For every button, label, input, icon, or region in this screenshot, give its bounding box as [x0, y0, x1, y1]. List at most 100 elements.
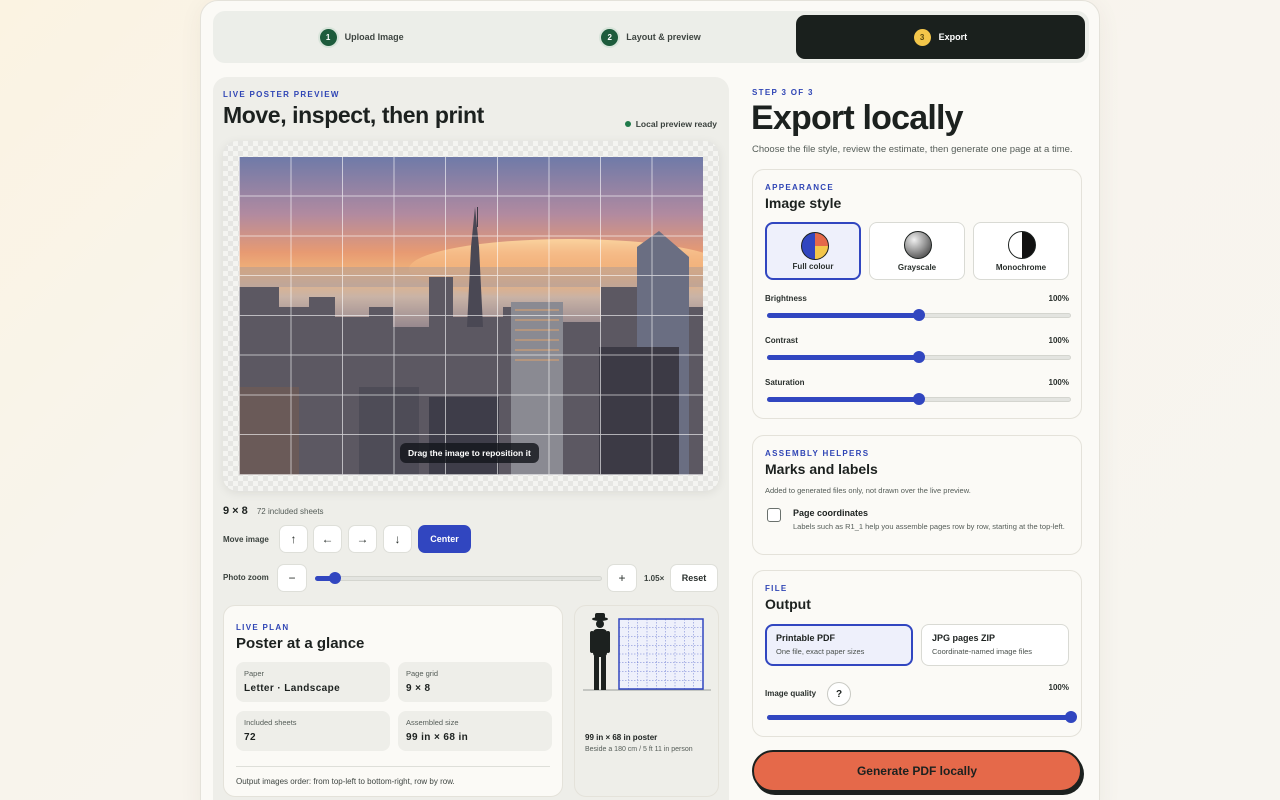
style-option-label: Grayscale: [897, 263, 937, 272]
move-right-button[interactable]: →: [348, 525, 377, 553]
stat-page-grid: Page grid 9 × 8: [398, 662, 552, 702]
output-option-title: Printable PDF: [776, 633, 836, 643]
appearance-title: Image style: [765, 195, 842, 211]
move-image-label: Move image: [223, 535, 269, 544]
plan-title: Poster at a glance: [236, 635, 365, 652]
slider-fill: [767, 397, 919, 402]
full-colour-icon: [801, 232, 829, 260]
poster-plan-card: LIVE PLAN Poster at a glance Paper Lette…: [223, 605, 563, 797]
output-jpg-zip-option[interactable]: JPG pages ZIP Coordinate-named image fil…: [921, 624, 1069, 666]
contrast-slider[interactable]: [767, 349, 1071, 365]
step-label: Layout & preview: [626, 32, 701, 42]
contrast-label: Contrast: [765, 336, 798, 345]
slider-fill: [767, 715, 1071, 720]
export-title: Export locally: [751, 99, 964, 137]
slider-handle[interactable]: [1065, 711, 1077, 723]
page-coordinates-description: Labels such as R1_1 help you assemble pa…: [793, 522, 1065, 531]
saturation-value: 100%: [1048, 378, 1069, 387]
photo-zoom-label: Photo zoom: [223, 573, 269, 582]
poster-grid-icon: [618, 618, 704, 690]
poster-canvas: Drag the image to reposition it: [223, 141, 719, 491]
helpers-title: Marks and labels: [765, 461, 878, 477]
move-down-button[interactable]: ↓: [383, 525, 412, 553]
appearance-card: APPEARANCE Image style Full colour Grays…: [752, 169, 1082, 419]
preview-title: Move, inspect, then print: [223, 102, 484, 128]
scale-comparison-card: 99 in × 68 in poster Beside a 180 cm / 5…: [574, 605, 719, 797]
scale-illustration: [583, 613, 711, 691]
brightness-slider[interactable]: [767, 307, 1071, 323]
export-eyebrow: STEP 3 OF 3: [752, 88, 814, 97]
plan-eyebrow: LIVE PLAN: [236, 623, 290, 632]
saturation-label: Saturation: [765, 378, 805, 387]
assembly-helpers-card: ASSEMBLY HELPERS Marks and labels Added …: [752, 435, 1082, 555]
grid-size: 9 × 8 72 included sheets: [223, 505, 324, 517]
stat-value: 99 in × 68 in: [406, 732, 469, 743]
file-output-card: FILE Output Printable PDF One file, exac…: [752, 570, 1082, 737]
step-layout-preview[interactable]: 2 Layout & preview: [506, 15, 795, 59]
page-coordinates-checkbox[interactable]: [767, 508, 781, 522]
output-option-desc: Coordinate-named image files: [932, 647, 1033, 656]
grid-size-value: 9 × 8: [223, 505, 248, 517]
move-up-button[interactable]: ↑: [279, 525, 308, 553]
style-option-label: Monochrome: [995, 263, 1047, 272]
reset-button[interactable]: Reset: [670, 564, 718, 592]
style-monochrome-option[interactable]: Monochrome: [973, 222, 1069, 280]
image-quality-label: Image quality: [765, 689, 817, 698]
slider-handle[interactable]: [329, 572, 341, 584]
saturation-slider[interactable]: [767, 391, 1071, 407]
slider-handle[interactable]: [913, 351, 925, 363]
file-eyebrow: FILE: [765, 584, 788, 593]
style-grayscale-option[interactable]: Grayscale: [869, 222, 965, 280]
image-quality-help-button[interactable]: ?: [827, 682, 851, 706]
stat-key: Included sheets: [244, 718, 297, 727]
center-button[interactable]: Center: [418, 525, 471, 553]
output-option-title: JPG pages ZIP: [932, 633, 996, 643]
stepper: 1 Upload Image 2 Layout & preview 3 Expo…: [213, 11, 1089, 63]
step-upload-image[interactable]: 1 Upload Image: [217, 15, 506, 59]
monochrome-icon: [1008, 231, 1036, 259]
file-title: Output: [765, 596, 811, 612]
style-full-colour-option[interactable]: Full colour: [765, 222, 861, 280]
app-window: 1 Upload Image 2 Layout & preview 3 Expo…: [200, 0, 1100, 800]
helpers-eyebrow: ASSEMBLY HELPERS: [765, 449, 870, 458]
stat-paper: Paper Letter · Landscape: [236, 662, 390, 702]
page-coordinates-title: Page coordinates: [793, 508, 869, 518]
appearance-eyebrow: APPEARANCE: [765, 183, 835, 192]
step-number: 1: [319, 28, 337, 46]
preview-status-text: Local preview ready: [635, 119, 717, 129]
step-number: 2: [601, 28, 619, 46]
move-left-button[interactable]: ←: [313, 525, 342, 553]
slider-track: [315, 576, 602, 581]
slider-fill: [767, 355, 919, 360]
drag-hint-tooltip: Drag the image to reposition it: [400, 443, 539, 463]
step-number: 3: [913, 28, 931, 46]
zoom-in-button[interactable]: +: [607, 564, 637, 592]
scale-subcaption: Beside a 180 cm / 5 ft 11 in person: [585, 746, 693, 753]
zoom-slider[interactable]: [315, 570, 602, 586]
poster-image[interactable]: Drag the image to reposition it: [239, 157, 703, 475]
step-label: Export: [938, 32, 968, 42]
step-export[interactable]: 3 Export: [795, 15, 1085, 59]
generate-pdf-button[interactable]: Generate PDF locally: [752, 750, 1082, 792]
person-silhouette-icon: [590, 613, 610, 690]
brightness-value: 100%: [1048, 294, 1069, 303]
stat-key: Page grid: [406, 669, 439, 678]
brightness-label: Brightness: [765, 294, 807, 303]
zoom-out-button[interactable]: −: [277, 564, 307, 592]
preview-status: Local preview ready: [624, 119, 717, 129]
image-quality-slider[interactable]: [767, 709, 1077, 725]
preview-panel: LIVE POSTER PREVIEW Move, inspect, then …: [213, 77, 729, 800]
stat-key: Assembled size: [406, 718, 459, 727]
stat-value: 9 × 8: [406, 683, 431, 694]
helpers-description: Added to generated files only, not drawn…: [765, 486, 971, 495]
stat-key: Paper: [244, 669, 265, 678]
output-order-note: Output images order: from top-left to bo…: [236, 766, 550, 786]
zoom-value: 1.05×: [644, 574, 665, 583]
status-dot-icon: [624, 121, 631, 127]
sheets-count: 72 included sheets: [256, 507, 324, 516]
stat-value: 72: [244, 732, 256, 743]
slider-handle[interactable]: [913, 393, 925, 405]
slider-handle[interactable]: [913, 309, 925, 321]
output-printable-pdf-option[interactable]: Printable PDF One file, exact paper size…: [765, 624, 913, 666]
stat-assembled-size: Assembled size 99 in × 68 in: [398, 711, 552, 751]
